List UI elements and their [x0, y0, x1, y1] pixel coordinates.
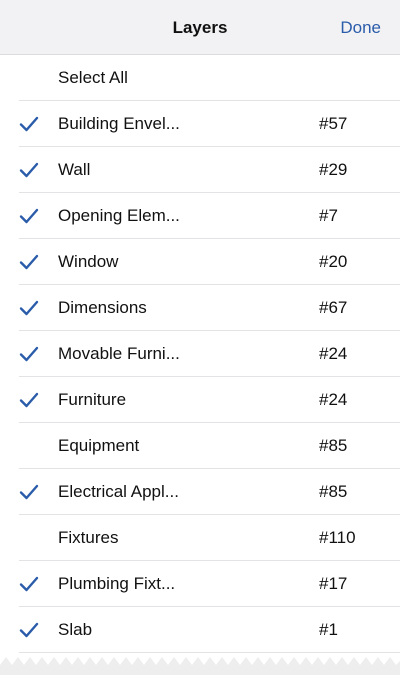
- layer-count: #57: [319, 114, 348, 133]
- layer-row[interactable]: Slab #1: [0, 607, 400, 653]
- layer-count: #7: [319, 206, 338, 225]
- layer-name: Fixtures: [58, 528, 119, 547]
- layer-row[interactable]: Plumbing Fixt... #17: [0, 561, 400, 607]
- layer-name: Movable Furni...: [58, 344, 180, 363]
- layer-row[interactable]: Movable Furni... #24: [0, 331, 400, 377]
- checkmark-icon: [19, 576, 39, 592]
- done-button[interactable]: Done: [340, 0, 381, 55]
- layer-count: #24: [319, 390, 348, 409]
- layer-row[interactable]: Dimensions #67: [0, 285, 400, 331]
- layer-name: Dimensions: [58, 298, 147, 317]
- select-all-label: Select All: [58, 68, 128, 87]
- layer-name: Wall: [58, 160, 91, 179]
- checkmark-icon: [19, 346, 39, 362]
- navigation-bar: Layers Done: [0, 0, 400, 55]
- checkmark-icon: [19, 484, 39, 500]
- layer-name: Opening Elem...: [58, 206, 180, 225]
- checkmark-icon: [19, 208, 39, 224]
- layer-name: Furniture: [58, 390, 127, 409]
- layer-count: #110: [319, 528, 356, 547]
- layer-name: Building Envel...: [58, 114, 180, 133]
- layer-count: #67: [319, 298, 348, 317]
- checkmark-icon: [19, 162, 39, 178]
- layer-count: #85: [319, 436, 348, 455]
- layer-name: Slab: [58, 620, 93, 639]
- checkmark-icon: [19, 116, 39, 132]
- layer-list: Select All Building Envel... #57 Wall #29 Op…: [0, 55, 400, 653]
- layer-count: #20: [319, 252, 348, 271]
- layer-row[interactable]: Window #20: [0, 239, 400, 285]
- layer-count: #29: [319, 160, 348, 179]
- layer-row[interactable]: Opening Elem... #7: [0, 193, 400, 239]
- torn-edge: [0, 657, 400, 675]
- layer-name: Window: [58, 252, 119, 271]
- layer-name: Electrical Appl...: [58, 482, 179, 501]
- layer-count: #1: [319, 620, 338, 639]
- layer-row[interactable]: Wall #29: [0, 147, 400, 193]
- checkmark-icon: [19, 622, 39, 638]
- layer-name: Plumbing Fixt...: [58, 574, 176, 593]
- checkmark-icon: [19, 300, 39, 316]
- layers-sheet: Layers Done Select All Building Envel...…: [0, 0, 400, 675]
- checkmark-icon: [19, 254, 39, 270]
- select-all-row[interactable]: Select All: [0, 55, 400, 101]
- layer-row[interactable]: Fixtures #110: [0, 515, 400, 561]
- layer-count: #85: [319, 482, 348, 501]
- layer-row[interactable]: Furniture #24: [0, 377, 400, 423]
- layer-row[interactable]: Building Envel... #57: [0, 101, 400, 147]
- layer-name: Equipment: [58, 436, 140, 455]
- layer-row[interactable]: Equipment #85: [0, 423, 400, 469]
- layer-row[interactable]: Electrical Appl... #85: [0, 469, 400, 515]
- layer-count: #17: [319, 574, 348, 593]
- layer-count: #24: [319, 344, 348, 363]
- checkmark-icon: [19, 392, 39, 408]
